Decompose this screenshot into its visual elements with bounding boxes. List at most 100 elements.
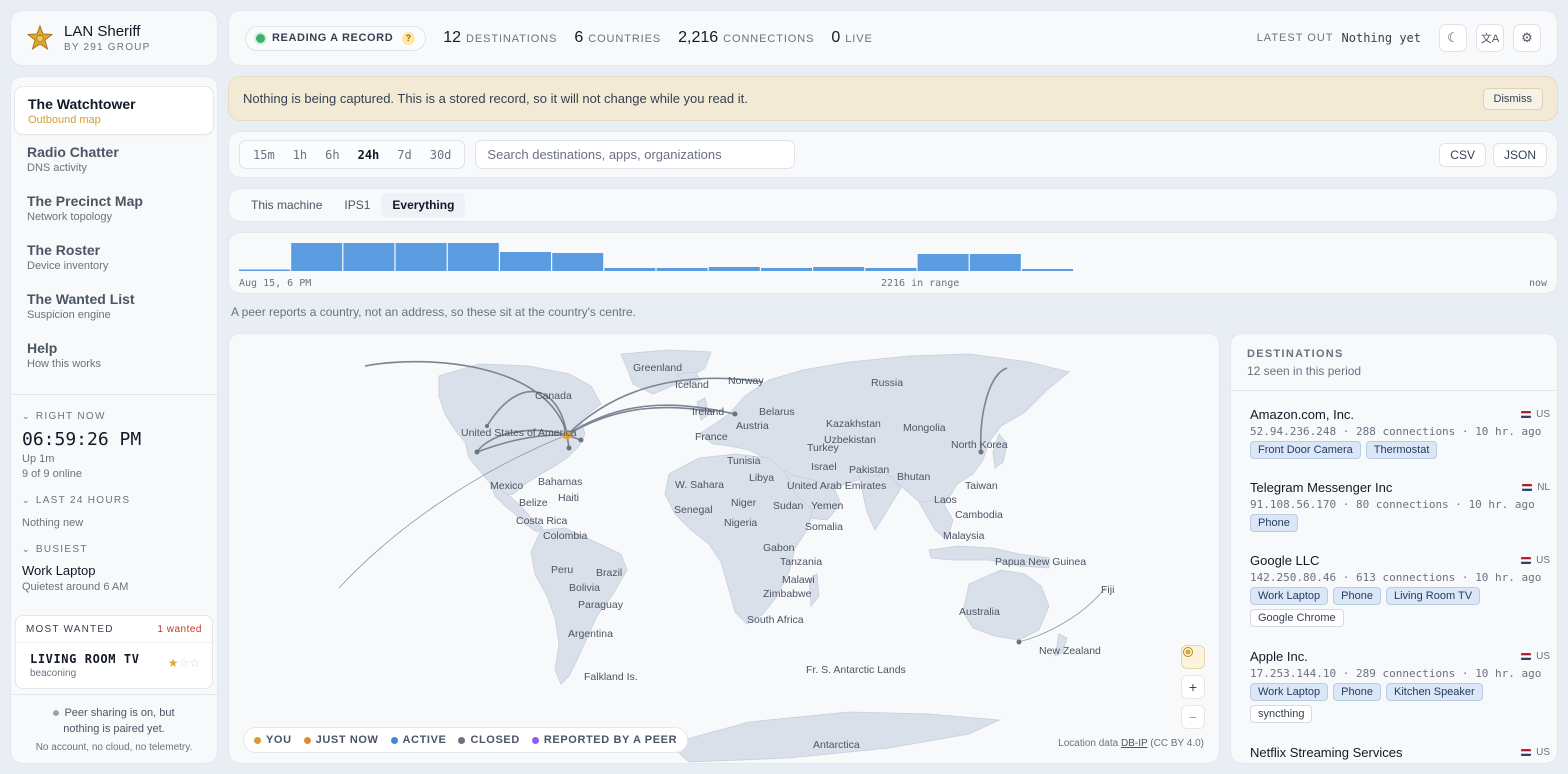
section-last-24-hours[interactable]: ⌄ LAST 24 HOURS bbox=[22, 495, 130, 506]
world-map[interactable]: Greenland Iceland Norway Russia Canada Irelan… bbox=[228, 333, 1220, 764]
histogram-bar[interactable] bbox=[969, 254, 1021, 271]
device-tag[interactable]: Phone bbox=[1250, 514, 1298, 532]
legend-dot-icon bbox=[531, 736, 539, 744]
device-tag[interactable]: Work Laptop bbox=[1250, 587, 1329, 605]
translate-icon: 文A bbox=[1480, 33, 1500, 45]
crosshair-icon bbox=[1183, 647, 1193, 657]
destination-ip: 17.253.144.10 bbox=[1250, 667, 1337, 680]
range-1h[interactable]: 1h bbox=[284, 148, 316, 162]
histogram-bar[interactable] bbox=[447, 243, 499, 271]
stat-label: LIVE bbox=[845, 33, 873, 45]
range-30d[interactable]: 30d bbox=[421, 148, 461, 162]
search-input[interactable] bbox=[475, 140, 796, 169]
app-tag[interactable]: syncthing bbox=[1250, 705, 1313, 723]
histogram-bar[interactable] bbox=[343, 243, 395, 271]
export-json-button[interactable]: JSON bbox=[1492, 142, 1547, 167]
map-label: Malaysia bbox=[943, 530, 985, 542]
section-right-now[interactable]: ⌄ RIGHT NOW bbox=[22, 411, 106, 422]
histogram-bar[interactable] bbox=[291, 243, 343, 271]
map-label: Kazakhstan bbox=[826, 418, 881, 430]
help-icon[interactable]: ? bbox=[402, 31, 416, 45]
mode-indicator[interactable]: READING A RECORD ? bbox=[245, 25, 427, 51]
histogram-bar[interactable] bbox=[500, 252, 551, 271]
nav-radio-chatter[interactable]: Radio Chatter DNS activity bbox=[14, 135, 214, 184]
range-15m[interactable]: 15m bbox=[244, 148, 284, 162]
device-tag[interactable]: Kitchen Speaker bbox=[1385, 683, 1483, 701]
nav-subtitle: DNS activity bbox=[27, 162, 87, 174]
chevron-down-icon: ⌄ bbox=[22, 495, 31, 505]
nav-roster[interactable]: The Roster Device inventory bbox=[14, 233, 214, 282]
settings-button[interactable]: ⚙ bbox=[1513, 24, 1541, 52]
section-busiest[interactable]: ⌄ BUSIEST bbox=[22, 544, 88, 555]
locate-me-button[interactable] bbox=[1181, 645, 1205, 669]
histogram-bar[interactable] bbox=[395, 243, 447, 271]
most-wanted-card[interactable]: MOST WANTED 1 wanted LIVING ROOM TV beac… bbox=[15, 615, 213, 689]
histogram-bar[interactable] bbox=[656, 268, 708, 271]
nav-precinct-map[interactable]: The Precinct Map Network topology bbox=[14, 184, 214, 233]
map-label: Bolivia bbox=[569, 582, 600, 594]
latest-out: LATEST OUT Nothing yet bbox=[1257, 31, 1421, 45]
divider bbox=[16, 642, 212, 643]
busiest-note: Quietest around 6 AM bbox=[22, 581, 129, 593]
destination-row[interactable]: Telegram Messenger Inc NL 91.108.56.170 · … bbox=[1250, 480, 1550, 536]
legend-dot-icon bbox=[303, 736, 311, 744]
zoom-out-button[interactable]: − bbox=[1181, 705, 1205, 729]
country-code-text: NL bbox=[1537, 482, 1550, 493]
device-tag[interactable]: Thermostat bbox=[1365, 441, 1438, 459]
attribution-text: Location data bbox=[1058, 738, 1119, 749]
map-label: North Korea bbox=[951, 439, 1008, 451]
destination-meta: 52.94.236.248 · 288 connections · 10 hr.… bbox=[1250, 425, 1542, 438]
attribution-link[interactable]: DB-IP bbox=[1121, 738, 1148, 749]
theme-toggle-button[interactable]: ☾ bbox=[1439, 24, 1467, 52]
tab-everything[interactable]: Everything bbox=[381, 193, 466, 217]
map-label: Turkey bbox=[807, 442, 839, 454]
histogram-bar[interactable] bbox=[604, 268, 656, 271]
device-tag[interactable]: Phone bbox=[1333, 587, 1381, 605]
destination-last-seen: 10 hr. ago bbox=[1475, 571, 1542, 584]
destination-row[interactable]: Google LLC US 142.250.80.46 · 613 connecti… bbox=[1250, 553, 1550, 631]
histogram-bar[interactable] bbox=[813, 267, 865, 271]
language-button[interactable]: 文A bbox=[1476, 24, 1504, 52]
nav-help[interactable]: Help How this works bbox=[14, 331, 214, 380]
histogram-bar[interactable] bbox=[239, 269, 290, 272]
tab-ips1[interactable]: IPS1 bbox=[333, 193, 381, 217]
histogram-bar[interactable] bbox=[708, 267, 760, 271]
map-label: Costa Rica bbox=[516, 515, 568, 527]
map-label: Norway bbox=[728, 375, 764, 387]
tab-this-machine[interactable]: This machine bbox=[240, 193, 333, 217]
destination-ip: 91.108.56.170 bbox=[1250, 498, 1337, 511]
device-tag[interactable]: Front Door Camera bbox=[1250, 441, 1361, 459]
zoom-in-button[interactable]: + bbox=[1181, 675, 1205, 699]
map-label: Colombia bbox=[543, 530, 588, 542]
peer-line-1: Peer sharing is on, but bbox=[64, 707, 175, 719]
histogram-bar[interactable] bbox=[865, 268, 917, 271]
range-24h[interactable]: 24h bbox=[349, 148, 389, 162]
nav-wanted-list[interactable]: The Wanted List Suspicion engine bbox=[14, 282, 214, 331]
device-tag[interactable]: Work Laptop bbox=[1250, 683, 1329, 701]
activity-histogram[interactable]: Aug 15, 6 PM 2216 in range now bbox=[228, 232, 1558, 294]
range-7d[interactable]: 7d bbox=[388, 148, 420, 162]
histogram-bar[interactable] bbox=[552, 253, 604, 271]
histogram-end: now bbox=[1528, 278, 1547, 289]
sheriff-star-icon bbox=[27, 25, 53, 51]
export-csv-button[interactable]: CSV bbox=[1439, 142, 1486, 167]
histogram-bar[interactable] bbox=[1022, 269, 1073, 271]
histogram-bar[interactable] bbox=[917, 254, 969, 271]
destination-row[interactable]: Netflix Streaming Services US bbox=[1250, 745, 1550, 760]
destination-last-seen: 10 hr. ago bbox=[1475, 425, 1542, 438]
app-tag[interactable]: Google Chrome bbox=[1250, 609, 1344, 627]
histogram-bar[interactable] bbox=[761, 268, 812, 271]
dismiss-button[interactable]: Dismiss bbox=[1482, 87, 1543, 110]
destination-row[interactable]: Amazon.com, Inc. US 52.94.236.248 · 288 co… bbox=[1250, 407, 1550, 463]
destination-row[interactable]: Apple Inc. US 17.253.144.10 · 289 connecti… bbox=[1250, 649, 1550, 727]
device-tag[interactable]: Living Room TV bbox=[1385, 587, 1481, 605]
most-wanted-title: MOST WANTED bbox=[26, 624, 114, 635]
map-label: Niger bbox=[731, 497, 757, 509]
nav-watchtower[interactable]: The Watchtower Outbound map bbox=[14, 86, 214, 135]
range-6h[interactable]: 6h bbox=[316, 148, 348, 162]
destination-tags: Work Laptop Phone Living Room TV Google Chr… bbox=[1250, 587, 1550, 631]
map-label: Malawi bbox=[782, 574, 815, 586]
device-tag[interactable]: Phone bbox=[1333, 683, 1381, 701]
busiest-device: Work Laptop bbox=[22, 563, 96, 578]
stat-value: 12 bbox=[443, 29, 462, 46]
